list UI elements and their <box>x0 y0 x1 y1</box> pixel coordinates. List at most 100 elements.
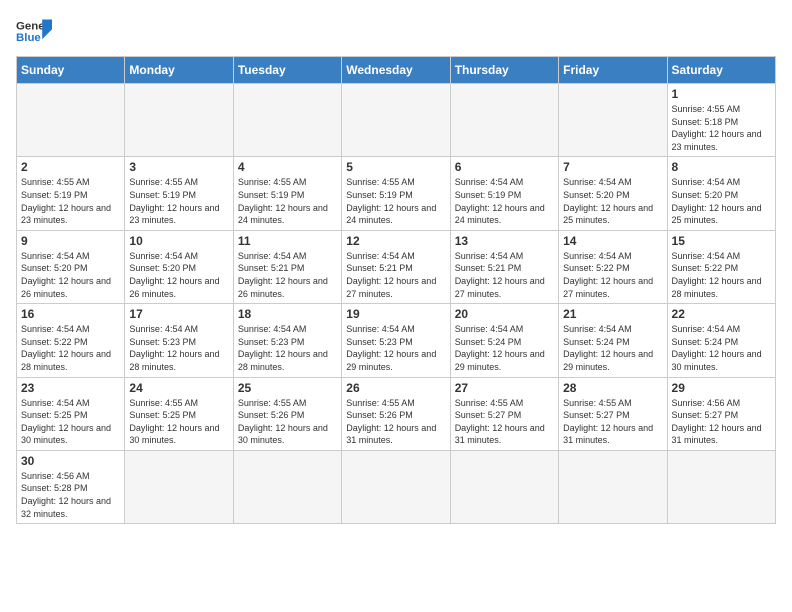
weekday-header: Wednesday <box>342 57 450 84</box>
calendar-day-cell <box>450 84 558 157</box>
day-info: Sunrise: 4:56 AM Sunset: 5:27 PM Dayligh… <box>672 397 771 447</box>
calendar-day-cell: 14Sunrise: 4:54 AM Sunset: 5:22 PM Dayli… <box>559 230 667 303</box>
calendar-day-cell: 25Sunrise: 4:55 AM Sunset: 5:26 PM Dayli… <box>233 377 341 450</box>
day-number: 22 <box>672 307 771 321</box>
day-number: 12 <box>346 234 445 248</box>
calendar-week-row: 23 Sunrise: 4:54 AM Sunset: 5:25 PM Dayli… <box>17 377 776 450</box>
calendar-day-cell: 4 Sunrise: 4:55 AM Sunset: 5:19 PM Daylig… <box>233 157 341 230</box>
day-info: Sunrise: 4:54 AM Sunset: 5:23 PM Dayligh… <box>346 323 445 373</box>
day-info: Sunrise: 4:54 AM Sunset: 5:22 PM Dayligh… <box>672 250 771 300</box>
day-number: 24 <box>129 381 228 395</box>
calendar-day-cell: 11 Sunrise: 4:54 AM Sunset: 5:21 PM Dayli… <box>233 230 341 303</box>
day-number: 8 <box>672 160 771 174</box>
calendar-day-cell <box>559 450 667 523</box>
calendar-day-cell: 5 Sunrise: 4:55 AM Sunset: 5:19 PM Daylig… <box>342 157 450 230</box>
day-number: 19 <box>346 307 445 321</box>
calendar-day-cell <box>342 84 450 157</box>
day-number: 2 <box>21 160 120 174</box>
day-number: 4 <box>238 160 337 174</box>
day-info: Sunrise: 4:55 AM Sunset: 5:19 PM Dayligh… <box>238 176 337 226</box>
day-number: 10 <box>129 234 228 248</box>
weekday-header: Tuesday <box>233 57 341 84</box>
day-info: Sunrise: 4:54 AM Sunset: 5:21 PM Dayligh… <box>346 250 445 300</box>
calendar-day-cell: 7Sunrise: 4:54 AM Sunset: 5:20 PM Daylig… <box>559 157 667 230</box>
day-number: 20 <box>455 307 554 321</box>
calendar-day-cell <box>342 450 450 523</box>
calendar-day-cell <box>17 84 125 157</box>
day-info: Sunrise: 4:54 AM Sunset: 5:25 PM Dayligh… <box>21 397 120 447</box>
day-number: 3 <box>129 160 228 174</box>
calendar-day-cell: 19 Sunrise: 4:54 AM Sunset: 5:23 PM Dayli… <box>342 304 450 377</box>
calendar-day-cell: 15 Sunrise: 4:54 AM Sunset: 5:22 PM Dayli… <box>667 230 775 303</box>
calendar-day-cell: 29 Sunrise: 4:56 AM Sunset: 5:27 PM Dayli… <box>667 377 775 450</box>
calendar-day-cell: 16Sunrise: 4:54 AM Sunset: 5:22 PM Dayli… <box>17 304 125 377</box>
calendar-week-row: 2 Sunrise: 4:55 AM Sunset: 5:19 PM Daylig… <box>17 157 776 230</box>
day-number: 11 <box>238 234 337 248</box>
calendar-day-cell <box>125 84 233 157</box>
calendar-table: SundayMondayTuesdayWednesdayThursdayFrid… <box>16 56 776 524</box>
day-number: 15 <box>672 234 771 248</box>
page-header: General Blue <box>16 16 776 46</box>
day-number: 27 <box>455 381 554 395</box>
day-number: 9 <box>21 234 120 248</box>
day-number: 17 <box>129 307 228 321</box>
day-info: Sunrise: 4:54 AM Sunset: 5:21 PM Dayligh… <box>455 250 554 300</box>
calendar-day-cell: 12 Sunrise: 4:54 AM Sunset: 5:21 PM Dayli… <box>342 230 450 303</box>
weekday-header: Monday <box>125 57 233 84</box>
day-info: Sunrise: 4:54 AM Sunset: 5:22 PM Dayligh… <box>563 250 662 300</box>
day-number: 5 <box>346 160 445 174</box>
calendar-day-cell: 26Sunrise: 4:55 AM Sunset: 5:26 PM Dayli… <box>342 377 450 450</box>
calendar-day-cell: 6Sunrise: 4:54 AM Sunset: 5:19 PM Daylig… <box>450 157 558 230</box>
calendar-week-row: 16Sunrise: 4:54 AM Sunset: 5:22 PM Dayli… <box>17 304 776 377</box>
calendar-day-cell: 13 Sunrise: 4:54 AM Sunset: 5:21 PM Dayli… <box>450 230 558 303</box>
calendar-day-cell: 8Sunrise: 4:54 AM Sunset: 5:20 PM Daylig… <box>667 157 775 230</box>
weekday-header: Thursday <box>450 57 558 84</box>
calendar-day-cell <box>559 84 667 157</box>
day-info: Sunrise: 4:55 AM Sunset: 5:19 PM Dayligh… <box>346 176 445 226</box>
calendar-day-cell: 24Sunrise: 4:55 AM Sunset: 5:25 PM Dayli… <box>125 377 233 450</box>
calendar-day-cell <box>233 450 341 523</box>
day-number: 1 <box>672 87 771 101</box>
calendar-day-cell: 18Sunrise: 4:54 AM Sunset: 5:23 PM Dayli… <box>233 304 341 377</box>
day-info: Sunrise: 4:54 AM Sunset: 5:24 PM Dayligh… <box>455 323 554 373</box>
calendar-day-cell: 20 Sunrise: 4:54 AM Sunset: 5:24 PM Dayli… <box>450 304 558 377</box>
calendar-day-cell: 2Sunrise: 4:55 AM Sunset: 5:19 PM Daylig… <box>17 157 125 230</box>
calendar-day-cell: 1 Sunrise: 4:55 AM Sunset: 5:18 PM Daylig… <box>667 84 775 157</box>
calendar-header-row: SundayMondayTuesdayWednesdayThursdayFrid… <box>17 57 776 84</box>
day-number: 23 <box>21 381 120 395</box>
day-number: 21 <box>563 307 662 321</box>
day-info: Sunrise: 4:54 AM Sunset: 5:20 PM Dayligh… <box>129 250 228 300</box>
calendar-week-row: 1 Sunrise: 4:55 AM Sunset: 5:18 PM Daylig… <box>17 84 776 157</box>
day-info: Sunrise: 4:55 AM Sunset: 5:27 PM Dayligh… <box>563 397 662 447</box>
day-info: Sunrise: 4:55 AM Sunset: 5:18 PM Dayligh… <box>672 103 771 153</box>
calendar-day-cell: 10 Sunrise: 4:54 AM Sunset: 5:20 PM Dayli… <box>125 230 233 303</box>
day-number: 16 <box>21 307 120 321</box>
logo-icon: General Blue <box>16 16 52 46</box>
day-number: 18 <box>238 307 337 321</box>
day-number: 29 <box>672 381 771 395</box>
calendar-day-cell: 21Sunrise: 4:54 AM Sunset: 5:24 PM Dayli… <box>559 304 667 377</box>
day-info: Sunrise: 4:54 AM Sunset: 5:21 PM Dayligh… <box>238 250 337 300</box>
weekday-header: Saturday <box>667 57 775 84</box>
day-info: Sunrise: 4:54 AM Sunset: 5:24 PM Dayligh… <box>672 323 771 373</box>
day-number: 13 <box>455 234 554 248</box>
day-number: 30 <box>21 454 120 468</box>
day-number: 26 <box>346 381 445 395</box>
logo: General Blue <box>16 16 58 46</box>
calendar-day-cell: 23 Sunrise: 4:54 AM Sunset: 5:25 PM Dayli… <box>17 377 125 450</box>
day-number: 6 <box>455 160 554 174</box>
day-info: Sunrise: 4:54 AM Sunset: 5:20 PM Dayligh… <box>21 250 120 300</box>
day-number: 7 <box>563 160 662 174</box>
calendar-day-cell <box>233 84 341 157</box>
weekday-header: Friday <box>559 57 667 84</box>
day-info: Sunrise: 4:56 AM Sunset: 5:28 PM Dayligh… <box>21 470 120 520</box>
calendar-day-cell: 28 Sunrise: 4:55 AM Sunset: 5:27 PM Dayli… <box>559 377 667 450</box>
day-info: Sunrise: 4:55 AM Sunset: 5:26 PM Dayligh… <box>238 397 337 447</box>
calendar-day-cell <box>450 450 558 523</box>
calendar-day-cell: 3Sunrise: 4:55 AM Sunset: 5:19 PM Daylig… <box>125 157 233 230</box>
calendar-day-cell <box>125 450 233 523</box>
weekday-header: Sunday <box>17 57 125 84</box>
day-info: Sunrise: 4:55 AM Sunset: 5:27 PM Dayligh… <box>455 397 554 447</box>
calendar-day-cell: 22 Sunrise: 4:54 AM Sunset: 5:24 PM Dayli… <box>667 304 775 377</box>
day-number: 28 <box>563 381 662 395</box>
